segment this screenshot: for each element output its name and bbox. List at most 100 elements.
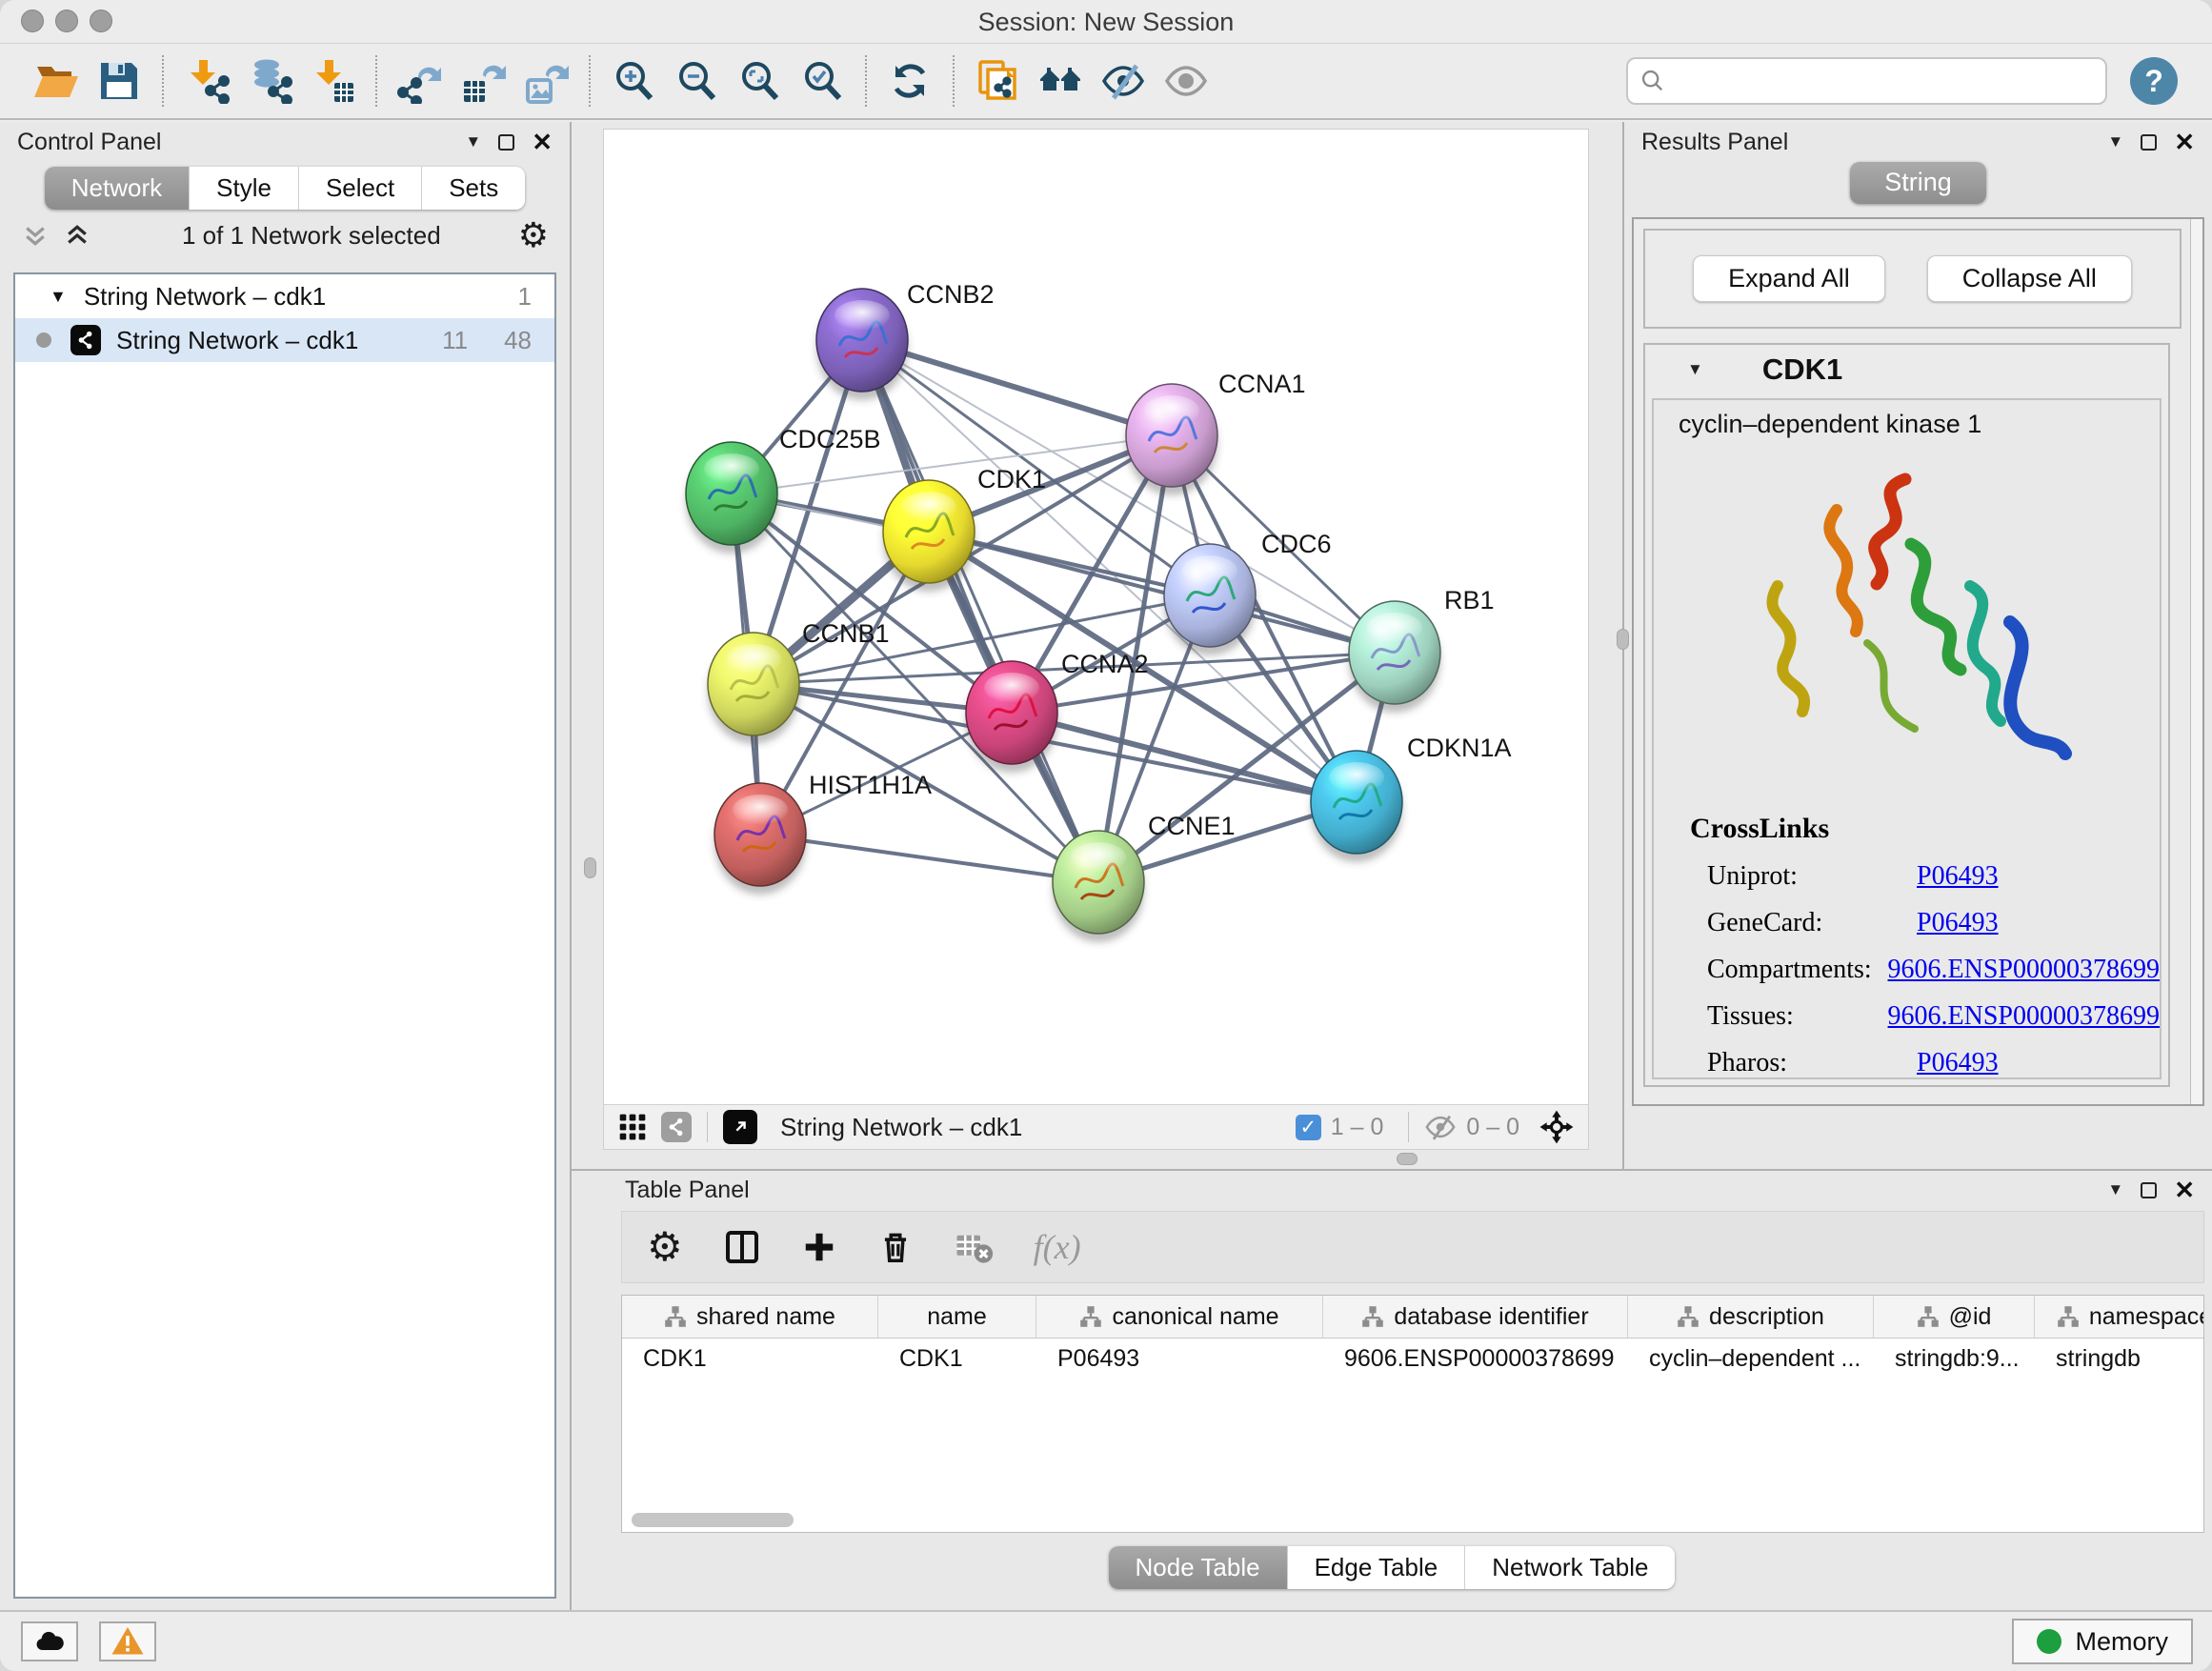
float-panel-icon[interactable] <box>498 134 514 151</box>
show-columns-icon[interactable] <box>723 1228 761 1266</box>
node-CCNB1[interactable]: CCNB1 <box>708 619 890 744</box>
left-splitter-handle[interactable] <box>584 857 596 878</box>
network-row[interactable]: String Network – cdk1 11 48 <box>15 318 554 362</box>
edge-HIST1H1A-CCNE1[interactable] <box>760 835 1098 882</box>
show-all-button[interactable] <box>1159 54 1213 108</box>
column-header-shared-name[interactable]: shared name <box>622 1296 878 1338</box>
add-column-icon[interactable] <box>801 1229 837 1265</box>
node-CDKN1A[interactable]: CDKN1A <box>1311 734 1512 862</box>
node-label-RB1: RB1 <box>1444 586 1495 614</box>
expand-all-icon[interactable] <box>63 221 91 250</box>
tab-network-table[interactable]: Network Table <box>1465 1546 1675 1589</box>
table-row[interactable]: CDK1CDK1P064939606.ENSP00000378699cyclin… <box>622 1339 2203 1379</box>
edge-CCNB2-CCNA1[interactable] <box>862 340 1172 435</box>
function-builder-button[interactable]: f(x) <box>1034 1227 1081 1267</box>
pan-crosshair-icon[interactable] <box>1538 1109 1575 1145</box>
close-panel-icon[interactable]: ✕ <box>532 130 553 154</box>
toolbar-separator <box>1408 1112 1409 1142</box>
network-canvas[interactable]: CCNB2CCNA1CDC25BCDK1CDC6RB1CCNB1CCNA2CDK… <box>603 129 1589 1105</box>
crosslink-link[interactable]: P06493 <box>1917 861 1999 892</box>
horizontal-scrollbar-thumb[interactable] <box>632 1513 794 1527</box>
collapse-card-icon[interactable]: ▼ <box>1687 360 1703 379</box>
duplicate-network-button[interactable] <box>971 54 1024 108</box>
column-header--id[interactable]: @id <box>1874 1296 2035 1338</box>
collapse-all-icon[interactable] <box>21 221 50 250</box>
delete-column-icon[interactable] <box>877 1229 914 1265</box>
zoom-selected-button[interactable] <box>795 54 849 108</box>
tab-select[interactable]: Select <box>299 167 422 210</box>
tab-network[interactable]: Network <box>45 167 190 210</box>
memory-button[interactable]: Memory <box>2012 1619 2193 1664</box>
tab-string[interactable]: String <box>1850 162 1986 204</box>
network-share-icon[interactable] <box>661 1112 692 1142</box>
crosslink-row: Tissues:9606.ENSP00000378699 <box>1707 1001 2160 1032</box>
hide-selected-button[interactable] <box>1096 54 1150 108</box>
export-table-button[interactable] <box>456 54 510 108</box>
node-HIST1H1A[interactable]: HIST1H1A <box>714 771 932 895</box>
export-image-button[interactable] <box>519 54 573 108</box>
search-input[interactable] <box>1674 68 2094 95</box>
help-button[interactable]: ? <box>2130 57 2178 105</box>
export-network-button[interactable] <box>393 54 447 108</box>
crosslink-link[interactable]: 9606.ENSP00000378699 <box>1888 955 2160 985</box>
close-panel-icon[interactable]: ✕ <box>2174 130 2195 154</box>
table-cell: stringdb <box>2035 1339 2204 1379</box>
node-RB1[interactable]: RB1 <box>1349 586 1495 713</box>
warnings-button[interactable] <box>99 1621 156 1661</box>
right-splitter-handle[interactable] <box>1617 629 1629 650</box>
tab-node-table[interactable]: Node Table <box>1109 1546 1288 1589</box>
tab-sets[interactable]: Sets <box>422 167 525 210</box>
tree-expand-icon[interactable]: ▼ <box>50 287 67 307</box>
bottom-splitter-handle[interactable] <box>1397 1153 1418 1165</box>
cloud-status-button[interactable] <box>21 1621 78 1661</box>
column-header-canonical-name[interactable]: canonical name <box>1036 1296 1323 1338</box>
zoom-fit-button[interactable] <box>733 54 786 108</box>
collapse-all-button[interactable]: Collapse All <box>1927 255 2132 302</box>
zoom-in-button[interactable] <box>607 54 660 108</box>
birds-eye-grid-icon[interactable] <box>617 1112 648 1142</box>
edge-CCNB2-CCNE1[interactable] <box>862 340 1098 882</box>
gear-icon[interactable]: ⚙ <box>518 218 549 252</box>
node-CCNE1[interactable]: CCNE1 <box>1053 812 1236 942</box>
search-field[interactable] <box>1626 57 2107 105</box>
open-in-new-icon[interactable] <box>723 1110 757 1144</box>
save-session-button[interactable] <box>92 54 146 108</box>
zoom-out-button[interactable] <box>670 54 723 108</box>
node-CDC6[interactable]: CDC6 <box>1164 530 1332 655</box>
float-panel-icon[interactable] <box>2141 134 2157 151</box>
hidden-counter: 0 – 0 <box>1466 1114 1519 1141</box>
close-panel-icon[interactable]: ✕ <box>2174 1178 2195 1202</box>
panel-menu-icon[interactable]: ▼ <box>465 132 481 151</box>
column-header-namespace[interactable]: namespace <box>2035 1296 2204 1338</box>
crosslink-link[interactable]: P06493 <box>1917 908 1999 938</box>
node-CCNB2[interactable]: CCNB2 <box>816 280 995 400</box>
network-collection-row[interactable]: ▼ String Network – cdk1 1 <box>15 274 554 318</box>
expand-all-button[interactable]: Expand All <box>1693 255 1885 302</box>
crosslink-label: Tissues: <box>1707 1001 1888 1032</box>
panel-menu-icon[interactable]: ▼ <box>2107 132 2123 151</box>
delete-table-icon[interactable] <box>954 1227 994 1267</box>
string-network-graph[interactable]: CCNB2CCNA1CDC25BCDK1CDC6RB1CCNB1CCNA2CDK… <box>604 130 1588 1105</box>
apply-layout-button[interactable] <box>883 54 936 108</box>
table-cell: stringdb:9... <box>1874 1339 2035 1379</box>
import-table-button[interactable] <box>306 54 359 108</box>
hidden-eye-slash-icon[interactable] <box>1424 1111 1457 1143</box>
selected-nodes-checkbox[interactable]: ✓ <box>1296 1115 1321 1140</box>
float-panel-icon[interactable] <box>2141 1182 2157 1198</box>
import-network-from-database-button[interactable] <box>243 54 296 108</box>
tab-edge-table[interactable]: Edge Table <box>1288 1546 1466 1589</box>
import-network-button[interactable] <box>180 54 233 108</box>
table-header-row: shared namenamecanonical namedatabase id… <box>622 1296 2203 1339</box>
first-neighbors-button[interactable] <box>1034 54 1087 108</box>
open-session-button[interactable] <box>30 54 83 108</box>
table-options-gear-icon[interactable]: ⚙ <box>647 1227 683 1267</box>
column-header-name[interactable]: name <box>878 1296 1036 1338</box>
panel-menu-icon[interactable]: ▼ <box>2107 1180 2123 1199</box>
crosslink-link[interactable]: 9606.ENSP00000378699 <box>1888 1001 2160 1032</box>
column-header-database-identifier[interactable]: database identifier <box>1323 1296 1628 1338</box>
crosslink-link[interactable]: P06493 <box>1917 1048 1999 1078</box>
results-scrollbar[interactable] <box>2190 219 2202 1104</box>
column-header-description[interactable]: description <box>1628 1296 1874 1338</box>
network-label: String Network – cdk1 <box>116 326 358 355</box>
tab-style[interactable]: Style <box>190 167 299 210</box>
